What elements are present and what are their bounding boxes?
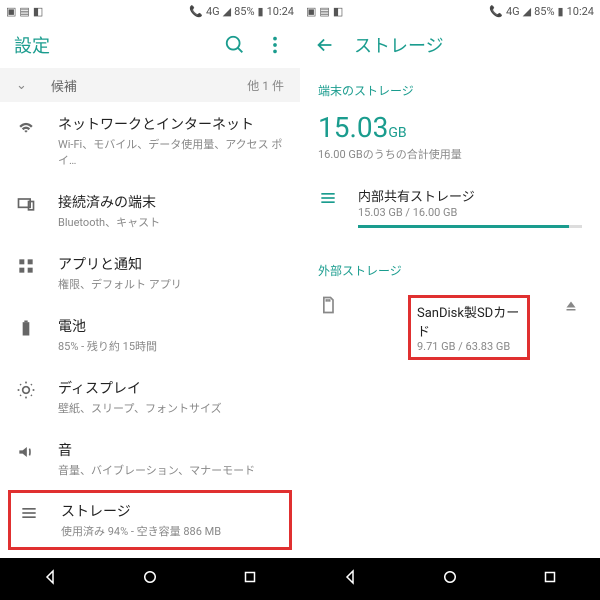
chevron-down-icon: ⌄ [16, 78, 27, 93]
battery-icon [16, 318, 36, 338]
nav-bar [0, 558, 300, 600]
overflow-icon[interactable] [264, 34, 286, 56]
section-external: 外部ストレージ [300, 248, 600, 287]
volume-icon [16, 442, 36, 462]
settings-screen: ▣▤◧ 📞4G◢ 85%▮ 10:24 設定 ⌄ 候補 他 1 件 ネットワーク… [0, 0, 300, 600]
status-bar: ▣▤◧ 📞4G◢ 85%▮ 10:24 [300, 0, 600, 22]
internal-progress [358, 225, 582, 228]
wifi-icon [16, 116, 36, 136]
brightness-icon [16, 380, 36, 400]
row-sound[interactable]: 音音量、バイブレーション、マナーモード [0, 428, 300, 490]
app-bar: 設定 [0, 22, 300, 68]
row-network[interactable]: ネットワークとインターネットWi-Fi、モバイル、データ使用量、アクセス ポイ… [0, 102, 300, 180]
row-connected[interactable]: 接続済みの端末Bluetooth、キャスト [0, 180, 300, 242]
nav-back[interactable] [341, 568, 359, 590]
nav-back[interactable] [41, 568, 59, 590]
storage-content: 端末のストレージ 15.03GB 16.00 GBのうちの合計使用量 内部共有ス… [300, 68, 600, 558]
nav-bar [300, 558, 600, 600]
app-bar: ストレージ [300, 22, 600, 68]
nav-home[interactable] [441, 568, 459, 590]
status-bar: ▣▤◧ 📞4G◢ 85%▮ 10:24 [0, 0, 300, 22]
used-sub: 16.00 GBのうちの合計使用量 [300, 144, 600, 176]
highlight-storage: ストレージ使用済み 94% - 空き容量 886 MB [8, 490, 292, 550]
back-icon[interactable] [314, 34, 336, 56]
row-security[interactable]: セキュリティと現在地情報 [0, 550, 300, 558]
nav-recent[interactable] [541, 568, 559, 590]
section-device: 端末のストレージ [300, 68, 600, 107]
settings-list: ネットワークとインターネットWi-Fi、モバイル、データ使用量、アクセス ポイ…… [0, 102, 300, 558]
storage-screen: ▣▤◧ 📞4G◢ 85%▮ 10:24 ストレージ 端末のストレージ 15.03… [300, 0, 600, 600]
page-title: ストレージ [354, 32, 586, 58]
highlight-sd: SanDisk製SDカード 9.71 GB / 63.83 GB [408, 295, 530, 360]
row-battery[interactable]: 電池85% - 残り約 15時間 [0, 304, 300, 366]
page-title: 設定 [14, 32, 206, 58]
row-internal[interactable]: 内部共有ストレージ 15.03 GB / 16.00 GB [300, 176, 600, 238]
nav-recent[interactable] [241, 568, 259, 590]
suggestion-bar[interactable]: ⌄ 候補 他 1 件 [0, 68, 300, 102]
row-sd[interactable]: SanDisk製SDカード 9.71 GB / 63.83 GB [300, 287, 600, 368]
storage-icon [318, 188, 338, 208]
storage-icon [19, 503, 39, 523]
row-display[interactable]: ディスプレイ壁紙、スリープ、フォントサイズ [0, 366, 300, 428]
eject-icon[interactable] [562, 297, 582, 319]
used-total: 15.03GB [300, 107, 600, 144]
devices-icon [16, 194, 36, 214]
row-apps[interactable]: アプリと通知権限、デフォルト アプリ [0, 242, 300, 304]
sd-card-icon [318, 295, 338, 319]
row-storage[interactable]: ストレージ使用済み 94% - 空き容量 886 MB [19, 501, 281, 539]
nav-home[interactable] [141, 568, 159, 590]
search-icon[interactable] [224, 34, 246, 56]
apps-icon [16, 256, 36, 276]
